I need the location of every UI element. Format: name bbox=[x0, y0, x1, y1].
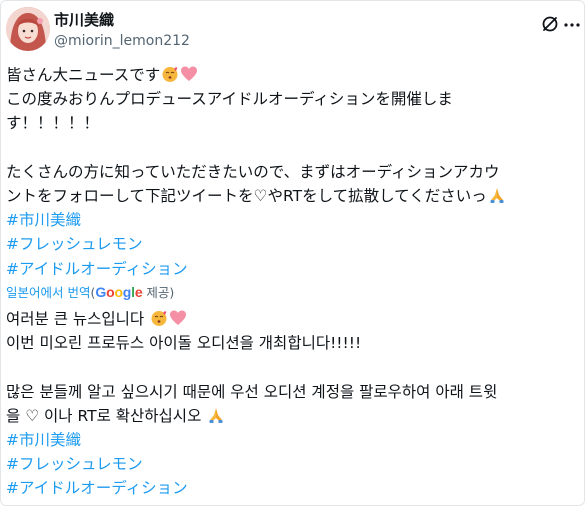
text-segment: 이나 RT로 확산하십시오 bbox=[39, 406, 202, 425]
kiss-face-emoji-icon bbox=[161, 65, 179, 83]
text-line: 많은 분들께 알고 싶으시기 때문에 우선 오디션 계정을 팔로우하여 아래 트… bbox=[6, 382, 498, 401]
google-logo: Google bbox=[95, 284, 142, 300]
hashtag-link[interactable]: #市川美織 bbox=[6, 428, 576, 452]
display-name[interactable]: 市川美織 bbox=[54, 11, 114, 29]
heart-symbol: ♡ bbox=[253, 186, 268, 205]
text-line: ントをフォローして下記ツイートを♡やRTをして拡散してくださいっ bbox=[6, 184, 576, 208]
x-logo-icon[interactable] bbox=[541, 15, 559, 33]
tweet-card: 市川美織 @miorin_lemon212 皆さん大ニュースです この度みおりん… bbox=[0, 0, 585, 506]
translated-text: 여러분 큰 뉴스입니다 이번 미오린 프로듀스 아이돌 오디션을 개최합니다!!… bbox=[6, 307, 576, 501]
text-segment: 을 bbox=[6, 406, 26, 425]
text-segment: 여러분 큰 뉴스입니다 bbox=[6, 310, 145, 328]
text-line: たくさんの方に知っていただきたいので、まずはオーディションアカウ bbox=[6, 162, 500, 181]
text-segment: 皆さん大ニュースです bbox=[6, 66, 161, 84]
text-line: す！！！！！ bbox=[6, 114, 100, 133]
hashtag-link[interactable]: #フレッシュレモン bbox=[6, 232, 576, 256]
kiss-face-emoji-icon bbox=[150, 309, 168, 327]
text-line: 이번 미오린 프로듀스 아이돌 오디션을 개최합니다!!!!! bbox=[6, 334, 362, 353]
translation-attribution: 일본어에서 번역(Google 제공) bbox=[6, 283, 174, 301]
text-segment: RT bbox=[282, 186, 303, 205]
tweet-header: 市川美織 @miorin_lemon212 bbox=[6, 7, 581, 55]
hashtag-link[interactable]: #アイドルオーディション bbox=[6, 476, 576, 500]
more-icon[interactable] bbox=[563, 17, 581, 31]
text-line: 皆さん大ニュースです bbox=[6, 63, 576, 87]
pink-heart-emoji-icon bbox=[169, 309, 187, 327]
folded-hands-emoji-icon bbox=[488, 186, 506, 204]
user-handle[interactable]: @miorin_lemon212 bbox=[54, 32, 190, 50]
logo-letter: g bbox=[122, 284, 132, 300]
text-segment: をして拡散してくださいっ bbox=[302, 186, 487, 205]
text-line: この度みおりんプロデュースアイドルオーディションを開催しま bbox=[6, 90, 453, 109]
hashtag-link[interactable]: #市川美織 bbox=[6, 208, 576, 232]
text-segment: や bbox=[267, 186, 283, 205]
text-line: 여러분 큰 뉴스입니다 bbox=[6, 307, 576, 331]
hashtag-link[interactable]: #アイドルオーディション bbox=[6, 257, 576, 281]
pink-heart-emoji-icon bbox=[180, 65, 198, 83]
text-line: 을 ♡ 이나 RT로 확산하십시오 bbox=[6, 404, 576, 428]
paren-close: 제공) bbox=[142, 285, 175, 300]
hashtag-link[interactable]: #フレッシュレモン bbox=[6, 452, 576, 476]
logo-letter: G bbox=[95, 284, 107, 300]
logo-letter: o bbox=[114, 284, 123, 300]
avatar[interactable] bbox=[6, 7, 50, 51]
text-segment: ントをフォローして下記ツイートを bbox=[6, 186, 254, 205]
heart-symbol: ♡ bbox=[25, 406, 40, 425]
folded-hands-emoji-icon bbox=[207, 406, 225, 424]
translate-link[interactable]: 일본어에서 번역 bbox=[6, 285, 90, 300]
tweet-text: 皆さん大ニュースです この度みおりんプロデュースアイドルオーディションを開催しま… bbox=[6, 63, 576, 281]
